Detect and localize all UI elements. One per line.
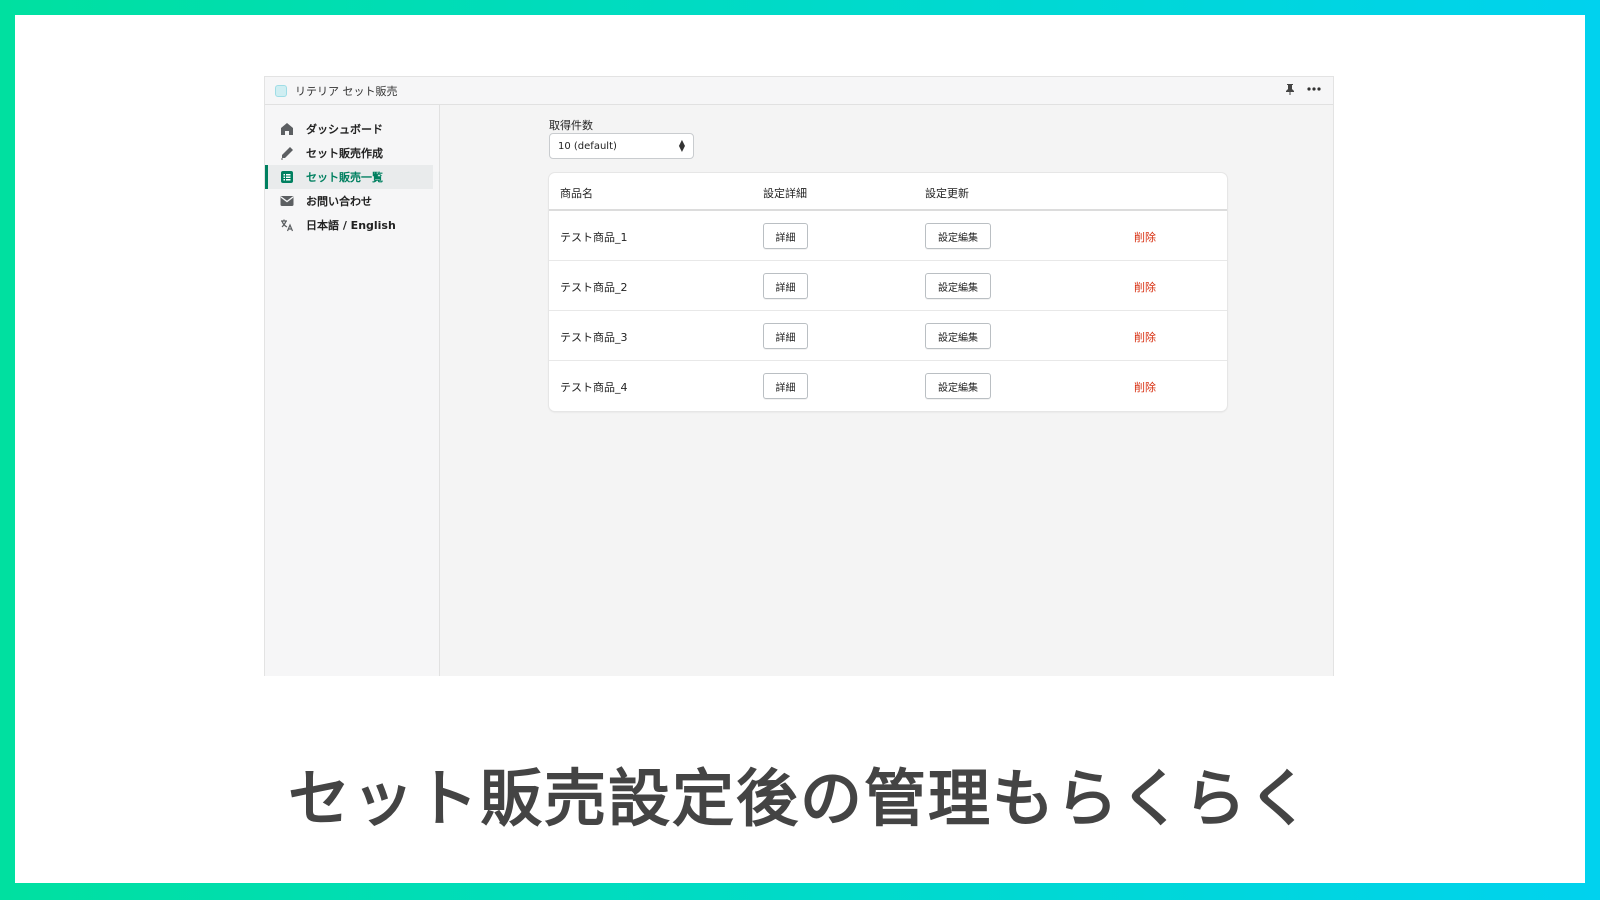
header-detail: 設定詳細	[763, 187, 807, 200]
more-options-icon[interactable]	[1307, 87, 1321, 91]
translate-icon	[279, 217, 295, 233]
edit-settings-button[interactable]: 設定編集	[925, 373, 991, 399]
detail-button[interactable]: 詳細	[763, 223, 808, 249]
slide-caption: セット販売設定後の管理もらくらく	[287, 762, 1312, 835]
sidebar-item-label: ダッシュボード	[306, 123, 383, 136]
sidebar-item-contact[interactable]: お問い合わせ	[265, 189, 433, 213]
sidebar-item-label: セット販売一覧	[306, 171, 383, 184]
delete-link[interactable]: 削除	[1134, 279, 1156, 295]
select-caret-icon: ▲ ▼	[678, 138, 685, 153]
app-title: リテリア セット販売	[295, 84, 398, 98]
home-icon	[279, 121, 295, 137]
sidebar-item-language[interactable]: 日本語 / English	[265, 213, 433, 237]
fetch-count-value: 10 (default)	[558, 140, 617, 152]
product-name: テスト商品_4	[560, 381, 628, 394]
sidebar-item-dashboard[interactable]: ダッシュボード	[265, 117, 433, 141]
table-row: テスト商品_3 詳細 設定編集 削除	[549, 311, 1227, 361]
app-logo-icon	[275, 84, 287, 97]
product-name: テスト商品_3	[560, 331, 628, 344]
detail-button[interactable]: 詳細	[763, 273, 808, 299]
detail-button[interactable]: 詳細	[763, 323, 808, 349]
table-row: テスト商品_4 詳細 設定編集 削除	[549, 361, 1227, 411]
topbar-actions	[1285, 83, 1321, 95]
edit-settings-button[interactable]: 設定編集	[925, 273, 991, 299]
sidebar-item-label: お問い合わせ	[306, 195, 372, 208]
fetch-count-select[interactable]: 10 (default) ▲ ▼	[549, 133, 694, 159]
delete-link[interactable]: 削除	[1134, 379, 1156, 395]
sidebar-item-list[interactable]: セット販売一覧	[265, 165, 433, 189]
mail-icon	[279, 193, 295, 209]
pencil-icon	[279, 145, 295, 161]
sidebar-item-create[interactable]: セット販売作成	[265, 141, 433, 165]
header-product-name: 商品名	[560, 187, 593, 200]
delete-link[interactable]: 削除	[1134, 229, 1156, 245]
list-icon	[279, 169, 295, 185]
products-table: 商品名 設定詳細 設定更新 テスト商品_1 詳細 設定編集 削除 テスト商品_2…	[549, 173, 1227, 411]
table-row: テスト商品_1 詳細 設定編集 削除	[549, 211, 1227, 261]
header-update: 設定更新	[925, 187, 969, 200]
edit-settings-button[interactable]: 設定編集	[925, 223, 991, 249]
fetch-count-label: 取得件数	[549, 119, 593, 132]
product-name: テスト商品_2	[560, 281, 628, 294]
pin-icon[interactable]	[1285, 83, 1295, 95]
sidebar-item-label: セット販売作成	[306, 147, 383, 160]
app-window: リテリア セット販売 ダッシュボード セット販売作成 セット販売一覧 お問い合わ…	[264, 76, 1334, 676]
main-content: 取得件数 10 (default) ▲ ▼ 商品名 設定詳細 設定更新 テスト商品…	[440, 105, 1333, 676]
table-header: 商品名 設定詳細 設定更新	[549, 173, 1227, 211]
sidebar: ダッシュボード セット販売作成 セット販売一覧 お問い合わせ 日本語 / Eng…	[265, 105, 440, 676]
product-name: テスト商品_1	[560, 231, 628, 244]
sidebar-item-label: 日本語 / English	[306, 219, 396, 232]
table-row: テスト商品_2 詳細 設定編集 削除	[549, 261, 1227, 311]
delete-link[interactable]: 削除	[1134, 329, 1156, 345]
detail-button[interactable]: 詳細	[763, 373, 808, 399]
edit-settings-button[interactable]: 設定編集	[925, 323, 991, 349]
app-topbar: リテリア セット販売	[265, 77, 1333, 105]
